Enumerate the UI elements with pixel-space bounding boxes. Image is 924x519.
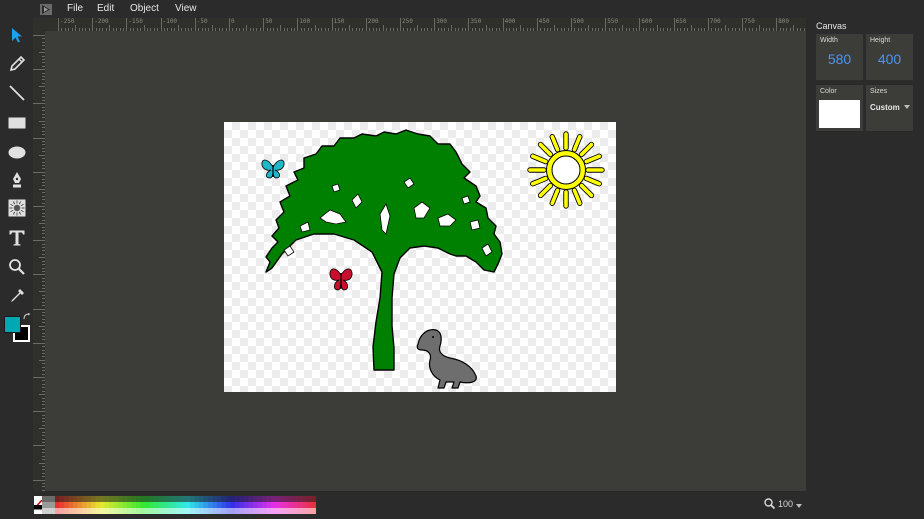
butterfly-red-drawing[interactable] xyxy=(329,268,353,291)
properties-panel: Canvas Width 580 Height 400 Color Sizes … xyxy=(806,18,924,519)
eyedropper-tool-icon[interactable] xyxy=(5,284,29,308)
ruler-label: 800 xyxy=(778,18,790,25)
vertical-ruler xyxy=(33,31,45,491)
menu-edit[interactable]: Edit xyxy=(97,3,114,15)
zoom-level[interactable]: 100 xyxy=(778,499,793,509)
chevron-down-icon[interactable] xyxy=(904,105,910,109)
ruler-label: 750 xyxy=(744,18,755,25)
width-field[interactable]: Width 580 xyxy=(816,34,863,80)
ruler-label: -250 xyxy=(60,18,75,25)
ruler-corner xyxy=(33,18,45,31)
ruler-label: 400 xyxy=(504,18,516,25)
color-swatches[interactable] xyxy=(55,496,316,514)
select-tool-icon[interactable] xyxy=(5,23,29,47)
width-value[interactable]: 580 xyxy=(816,51,863,67)
canvas-color-swatch[interactable] xyxy=(819,100,860,128)
gray-swatches[interactable] xyxy=(42,496,55,514)
fill-color-swatch[interactable] xyxy=(4,316,21,333)
ruler-label: -50 xyxy=(196,18,208,25)
ruler-label: 550 xyxy=(607,18,619,25)
no-color-swatch[interactable] xyxy=(34,496,42,505)
sun-drawing[interactable] xyxy=(527,131,605,209)
height-field[interactable]: Height 400 xyxy=(866,34,913,80)
svg-editor-window: File Edit Object View -250 -200 -150 -100 -5… xyxy=(0,0,924,519)
height-label: Height xyxy=(870,37,891,44)
swap-colors-icon[interactable] xyxy=(23,313,31,321)
text-tool-icon[interactable] xyxy=(5,226,29,250)
pen-tool-icon[interactable] xyxy=(5,168,29,192)
ruler-label: -100 xyxy=(162,18,178,25)
ruler-label: 50 xyxy=(265,18,273,25)
ruler-label: 300 xyxy=(436,18,448,25)
butterfly-cyan-drawing[interactable] xyxy=(261,159,285,179)
ruler-label: 0 xyxy=(231,18,235,25)
workspace[interactable] xyxy=(45,31,806,491)
app-logo-icon[interactable] xyxy=(40,4,52,15)
panel-title: Canvas xyxy=(816,21,847,31)
menu-view[interactable]: View xyxy=(175,3,197,15)
ellipse-tool-icon[interactable] xyxy=(5,140,29,164)
duck-drawing[interactable] xyxy=(416,329,477,389)
color-selector xyxy=(4,313,32,344)
chevron-down-icon[interactable] xyxy=(796,504,802,508)
rectangle-tool-icon[interactable] xyxy=(5,111,29,135)
canvas-color-field[interactable]: Color xyxy=(816,85,863,131)
horizontal-ruler: -250 -200 -150 -100 -50 0 50 100 150 200 250 300 350… xyxy=(45,18,806,31)
black-white-swatch[interactable] xyxy=(34,505,42,514)
sizes-value[interactable]: Custom xyxy=(870,103,900,112)
color-palette[interactable] xyxy=(34,496,316,514)
pencil-tool-icon[interactable] xyxy=(5,52,29,76)
ruler-label: -150 xyxy=(128,18,143,25)
sizes-field[interactable]: Sizes Custom xyxy=(866,85,913,131)
ruler-label: -200 xyxy=(94,18,109,25)
shape-library-tool-icon[interactable] xyxy=(5,196,29,220)
ruler-label: 150 xyxy=(333,18,345,25)
tool-bar xyxy=(0,18,33,519)
bottom-bar: 100 xyxy=(33,491,806,519)
ruler-label: 700 xyxy=(709,18,721,25)
tree-drawing[interactable] xyxy=(265,129,503,371)
ruler-label: 200 xyxy=(367,18,379,25)
ruler-label: 650 xyxy=(675,18,687,25)
sizes-label: Sizes xyxy=(870,88,888,95)
menu-bar: File Edit Object View xyxy=(0,0,924,18)
width-label: Width xyxy=(820,37,838,44)
menu-file[interactable]: File xyxy=(67,3,83,15)
ruler-label: 250 xyxy=(402,18,413,25)
drawing-canvas[interactable] xyxy=(224,122,616,392)
ruler-label: 350 xyxy=(470,18,482,25)
ruler-label: 600 xyxy=(641,18,653,25)
color-label: Color xyxy=(820,88,837,95)
menu-object[interactable]: Object xyxy=(130,3,159,15)
ruler-label: 500 xyxy=(573,18,584,25)
zoom-tool-icon[interactable] xyxy=(5,255,29,279)
height-value[interactable]: 400 xyxy=(866,51,913,67)
ruler-label: 450 xyxy=(538,18,550,25)
zoom-icon[interactable] xyxy=(764,498,775,509)
line-tool-icon[interactable] xyxy=(5,81,29,105)
ruler-label: 100 xyxy=(299,18,311,25)
